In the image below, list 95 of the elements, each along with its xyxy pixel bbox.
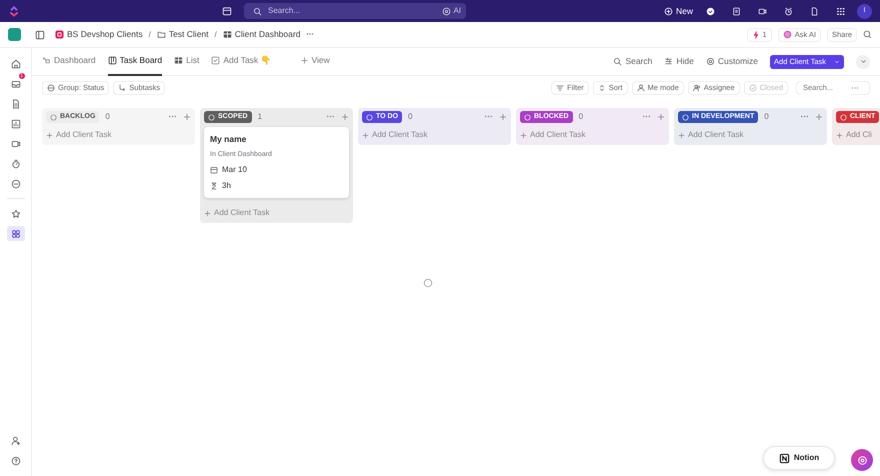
apps-icon[interactable]: [836, 6, 845, 16]
due-date: Mar 10: [222, 164, 247, 176]
video-icon[interactable]: [758, 6, 767, 16]
plus-icon: [678, 132, 685, 138]
form-icon: [211, 56, 220, 65]
home-icon: [10, 58, 20, 68]
filter-icon: [556, 84, 564, 92]
notepad-icon[interactable]: [732, 6, 741, 16]
loading-spinner-icon: [423, 277, 433, 289]
plus-icon: [46, 132, 53, 138]
add-task-button[interactable]: Add Client Task: [204, 207, 270, 220]
status-icon: [366, 114, 373, 120]
breadcrumb-link[interactable]: Client Dashboard: [222, 28, 300, 41]
add-task-button[interactable]: Add Client Task: [46, 129, 112, 141]
status-icon: [208, 114, 215, 120]
document-icon[interactable]: [810, 6, 819, 16]
notion-button[interactable]: Notion: [763, 446, 835, 470]
task-count: 0: [578, 111, 584, 123]
calendar-icon: [210, 166, 218, 174]
new-button[interactable]: New: [664, 4, 694, 18]
add-task-button[interactable]: Add Client Task: [678, 129, 744, 141]
search-button[interactable]: Search: [613, 55, 652, 68]
plus-icon: [362, 132, 369, 138]
search-icon: [613, 57, 622, 66]
board-icon: [108, 56, 117, 65]
status-icon: [682, 114, 689, 120]
task-count: 0: [408, 111, 412, 123]
plus-icon: [836, 132, 843, 138]
table-icon: [174, 56, 184, 65]
timer-icon: [10, 158, 20, 168]
add-task-button[interactable]: Add Client Task: [520, 129, 586, 141]
add-task-button[interactable]: Add Client Task: [362, 129, 428, 141]
breadcrumb-link[interactable]: BS Devshop Clients: [55, 28, 143, 41]
time-estimate: 3h: [222, 180, 231, 192]
task-title: My name: [210, 133, 248, 146]
customize-button[interactable]: Customize: [706, 55, 758, 68]
sparkle-icon: [782, 30, 792, 39]
search-icon: [253, 6, 262, 16]
chevron-icon: [860, 58, 866, 65]
layers-icon: [47, 84, 55, 92]
bolt-icon: [752, 30, 760, 38]
help-icon[interactable]: [10, 456, 20, 466]
plus-icon: [300, 56, 309, 65]
status-icon: [524, 114, 531, 120]
breadcrumb-separator: /: [148, 28, 151, 40]
document-icon: [10, 98, 20, 108]
logo-icon[interactable]: [8, 4, 20, 18]
plus-icon: [204, 210, 211, 217]
status-icon: [840, 114, 847, 120]
user-plus-icon[interactable]: [10, 436, 20, 446]
more-icon: [10, 178, 20, 188]
settings-icon: [706, 57, 715, 66]
search-field[interactable]: Search... AI: [244, 3, 466, 19]
sliders-icon: [664, 57, 674, 66]
assistant-button[interactable]: [851, 449, 873, 471]
status-icon: [50, 114, 57, 120]
grid-icon: [10, 228, 20, 238]
view-tab[interactable]: Add Task 👇: [211, 48, 272, 76]
subtasks-icon: [118, 84, 126, 92]
check-circle-icon: [748, 84, 757, 92]
caret-icon: [834, 58, 840, 64]
ai-label[interactable]: AI: [453, 5, 461, 17]
folder-icon: [156, 30, 166, 39]
notion-logo: [778, 452, 790, 464]
search-icon[interactable]: [863, 28, 872, 40]
task-count: 0: [764, 111, 769, 123]
dashboard-icon: [42, 56, 51, 65]
space-icon: [55, 30, 64, 39]
inbox-icon: [10, 78, 20, 88]
view-tab[interactable]: Task Board: [108, 48, 162, 76]
view-tab[interactable]: List: [174, 48, 200, 76]
breadcrumb-link[interactable]: Test Client: [156, 28, 209, 41]
check-icon[interactable]: [706, 6, 715, 16]
chart-icon: [10, 118, 20, 128]
person-icon: [636, 84, 645, 92]
workspace-avatar[interactable]: [8, 28, 21, 41]
breadcrumb-separator: /: [214, 28, 217, 40]
view-tab[interactable]: View: [300, 48, 330, 76]
table-icon: [222, 30, 232, 39]
task-count: 0: [105, 111, 110, 123]
plus-icon: [520, 132, 527, 138]
hide-button[interactable]: Hide: [664, 55, 694, 68]
view-tab[interactable]: Dashboard: [42, 48, 96, 76]
hourglass-icon: [210, 182, 218, 190]
people-icon: [692, 84, 701, 92]
alarm-icon[interactable]: [784, 6, 793, 16]
grid-nav-button[interactable]: [6, 226, 24, 241]
plus-icon: [664, 6, 673, 16]
video-icon: [10, 138, 20, 148]
add-task-button[interactable]: Add Cli: [836, 129, 872, 141]
sort-icon: [598, 84, 606, 92]
sparkle-icon: [856, 454, 868, 466]
task-count: 1: [258, 111, 262, 123]
sparkle-icon: [442, 6, 452, 16]
star-icon: [10, 208, 20, 218]
